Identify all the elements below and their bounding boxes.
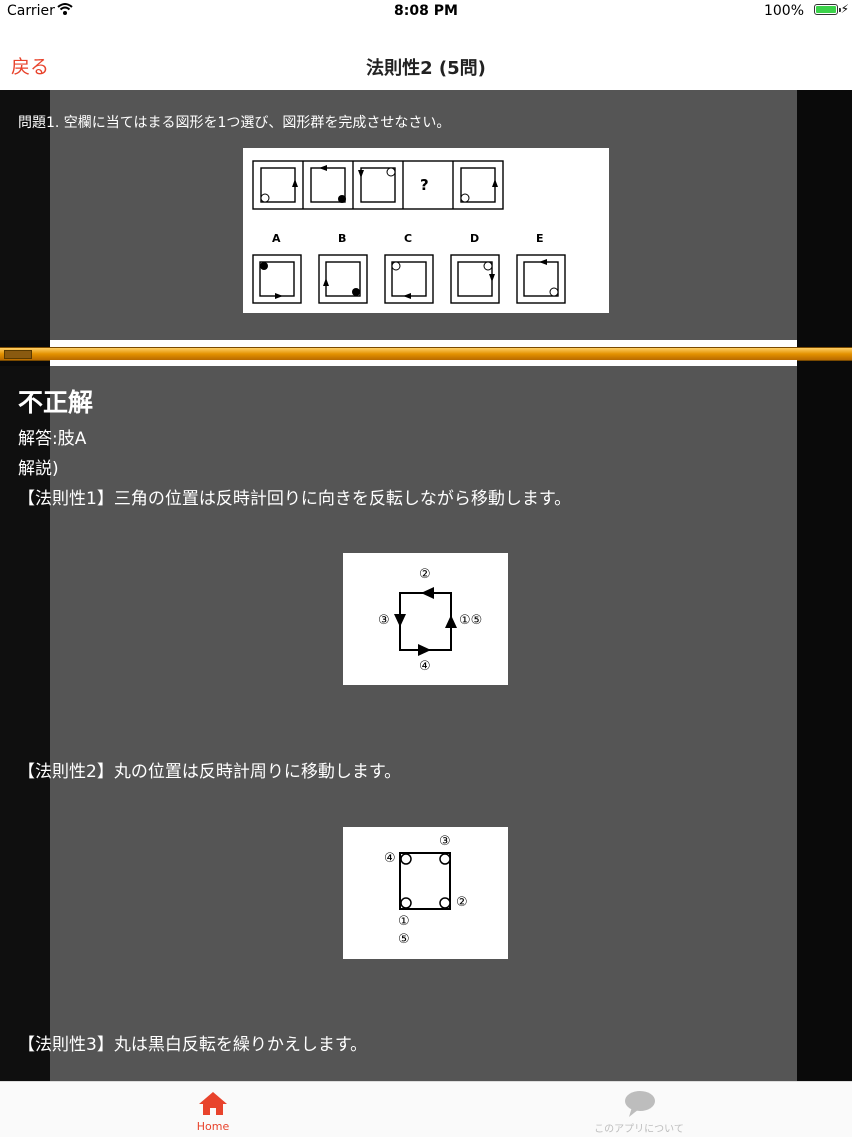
home-icon <box>199 1092 227 1115</box>
rule1-text: 【法則性1】三角の位置は反時計回りに向きを反転しながら移動します。 <box>18 489 572 509</box>
answer-panel <box>0 366 797 1081</box>
separator-line <box>50 340 797 347</box>
rule2-label-bottom-2: ⑤ <box>398 932 410 947</box>
status-bar: Carrier 8:08 PM 100% ⚡ <box>0 0 852 22</box>
charging-icon: ⚡ <box>840 2 849 16</box>
status-time: 8:08 PM <box>394 3 458 19</box>
right-margin <box>797 90 852 1081</box>
rule3-text: 【法則性3】丸は黒白反転を繰りかえします。 <box>18 1035 368 1055</box>
split-divider[interactable] <box>0 347 852 361</box>
rule1-figure: ② ③ ①⑤ ④ <box>343 553 508 685</box>
question-figure-drawing <box>252 160 566 304</box>
tab-bar: Home このアプリについて <box>0 1081 852 1137</box>
rule2-label-left: ④ <box>384 851 396 866</box>
navigation-bar: 戻る 法則性2 (5問) <box>0 22 852 96</box>
choice-label-d: D <box>470 232 480 245</box>
question-text: 問題1. 空欄に当てはまる図形を1つ選び、図形群を完成させなさい。 <box>18 115 451 131</box>
choice-label-e: E <box>536 232 544 245</box>
content-area[interactable]: 問題1. 空欄に当てはまる図形を1つ選び、図形群を完成させなさい。 ? A B … <box>0 90 852 1081</box>
battery-percent: 100% <box>763 3 804 19</box>
rule1-label-left: ③ <box>378 613 390 628</box>
tab-home-label: Home <box>196 1120 230 1133</box>
battery-icon <box>814 4 841 15</box>
blank-question-mark: ? <box>420 176 429 194</box>
divider-handle[interactable] <box>4 350 32 359</box>
rule1-label-bottom: ④ <box>419 659 431 674</box>
tab-about-label: このアプリについて <box>594 1124 684 1135</box>
choice-label-c: C <box>404 232 413 245</box>
tab-about[interactable]: このアプリについて <box>579 1082 699 1137</box>
result-label: 不正解 <box>18 388 94 417</box>
rule2-text: 【法則性2】丸の位置は反時計周りに移動します。 <box>18 762 402 782</box>
rule2-label-bottom-1: ① <box>398 914 410 929</box>
choice-label-b: B <box>338 232 347 245</box>
rule2-label-top: ③ <box>439 834 451 849</box>
rule1-label-right: ①⑤ <box>459 613 483 628</box>
speech-bubble-icon <box>625 1091 655 1117</box>
question-figure: ? A B C D E <box>243 148 609 313</box>
tab-home[interactable]: Home <box>153 1082 273 1137</box>
rule2-diagram <box>399 852 451 910</box>
explanation-label: 解説) <box>18 459 59 479</box>
rule2-label-right: ② <box>456 895 468 910</box>
page-title: 法則性2 (5問) <box>366 58 486 79</box>
rule1-label-top: ② <box>419 567 431 582</box>
choice-label-a: A <box>272 232 281 245</box>
answer-line: 解答:肢A <box>18 429 87 449</box>
rule2-figure: ③ ④ ② ① ⑤ <box>343 827 508 959</box>
